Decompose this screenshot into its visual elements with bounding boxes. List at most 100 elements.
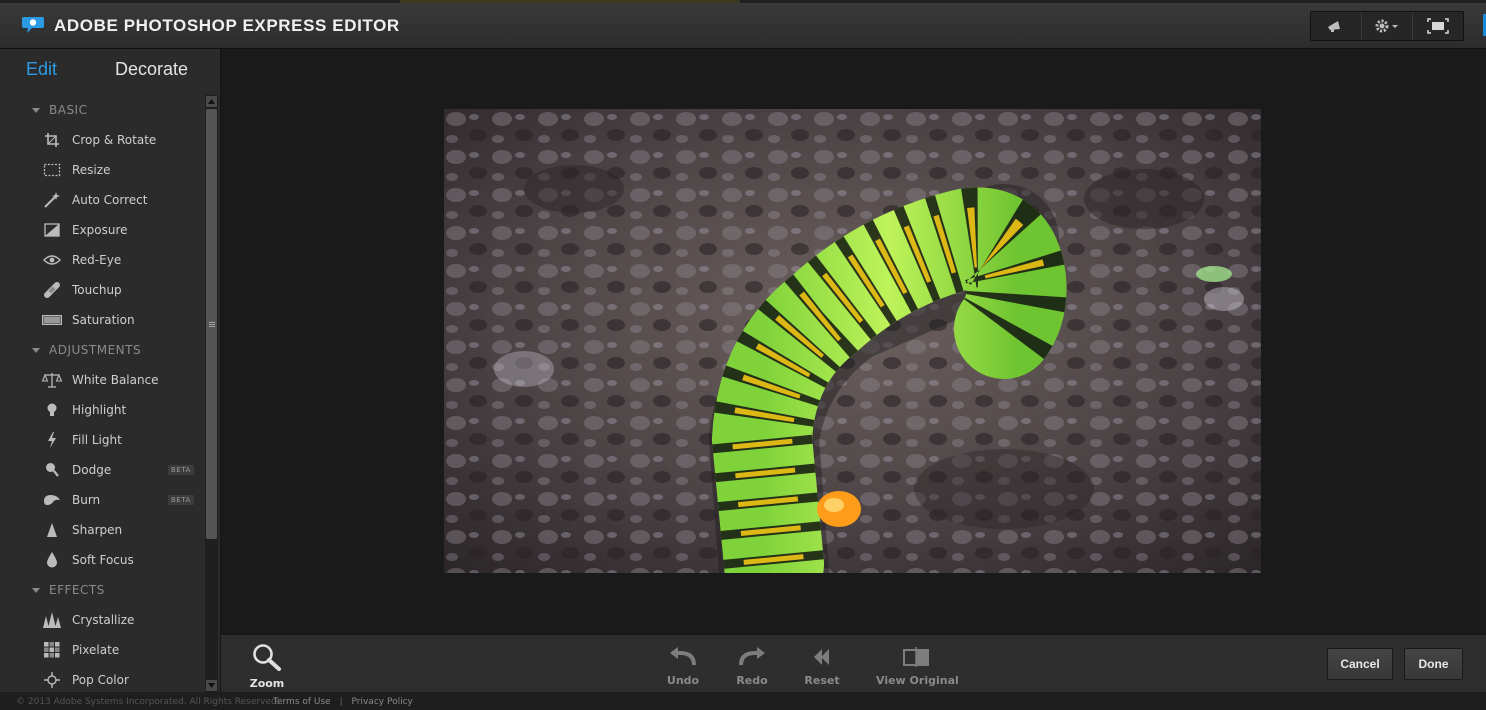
footer-links: Terms of Use | Privacy Policy [273, 697, 413, 707]
redo-icon [739, 647, 765, 666]
eye-icon [43, 255, 61, 265]
menu-item-red-eye[interactable]: Red-Eye [0, 245, 204, 275]
cancel-button[interactable]: Cancel [1327, 648, 1393, 680]
copyright-text: © 2013 Adobe Systems Incorporated. All R… [16, 697, 280, 707]
header-tool-group [1310, 11, 1464, 41]
photoshop-express-logo-icon [22, 17, 44, 33]
menu-item-exposure[interactable]: Exposure [0, 215, 204, 245]
beta-badge: BETA [168, 465, 194, 475]
saturation-icon [42, 315, 62, 325]
menu-item-white-balance[interactable]: White Balance [0, 365, 204, 395]
undo-label: Undo [666, 674, 700, 687]
editor-canvas [221, 49, 1486, 634]
menu-item-label: Fill Light [72, 433, 122, 447]
menu-item-fill-light[interactable]: Fill Light [0, 425, 204, 455]
feedback-button[interactable] [1311, 12, 1362, 40]
menu-item-label: Red-Eye [72, 253, 122, 267]
menu-item-label: White Balance [72, 373, 159, 387]
zoom-label: Zoom [249, 677, 285, 690]
photo-caterpillar[interactable] [444, 109, 1261, 573]
menu-item-label: Soft Focus [72, 553, 134, 567]
menu-item-auto-correct[interactable]: Auto Correct [0, 185, 204, 215]
compare-icon [903, 647, 929, 667]
settings-button[interactable] [1362, 12, 1413, 40]
tab-edit[interactable]: Edit [26, 59, 57, 80]
arrow-down-icon [208, 683, 215, 688]
dodge-icon [46, 463, 59, 477]
crystallize-icon [43, 612, 61, 628]
section-adjustments[interactable]: ADJUSTMENTS [0, 335, 204, 365]
section-title: ADJUSTMENTS [49, 343, 142, 357]
scroll-down-button[interactable] [206, 680, 217, 691]
menu-item-pixelate[interactable]: Pixelate [0, 635, 204, 665]
collapse-triangle-icon [32, 587, 40, 593]
undo-icon [670, 647, 696, 666]
collapse-triangle-icon [32, 347, 40, 353]
menu-item-label: Exposure [72, 223, 128, 237]
menu-item-touchup[interactable]: Touchup [0, 275, 204, 305]
sidebar: Edit Decorate BASIC Crop & Rotate Resize… [0, 49, 221, 692]
zoom-button[interactable]: Zoom [247, 643, 287, 690]
menu-item-crop-rotate[interactable]: Crop & Rotate [0, 125, 204, 155]
redo-button[interactable]: Redo [734, 647, 770, 687]
exposure-icon [44, 223, 60, 237]
tool-menu: BASIC Crop & Rotate Resize Auto Correct … [0, 95, 204, 692]
droplet-icon [47, 552, 57, 568]
lightbulb-icon [47, 403, 57, 416]
menu-item-label: Saturation [72, 313, 135, 327]
balance-scale-icon [42, 373, 62, 388]
undo-button[interactable]: Undo [665, 647, 701, 687]
menu-item-label: Sharpen [72, 523, 123, 537]
footer-separator: | [339, 697, 343, 707]
browser-strip [0, 0, 1486, 3]
view-original-button[interactable]: View Original [876, 647, 959, 687]
reset-label: Reset [804, 674, 840, 687]
privacy-policy-link[interactable]: Privacy Policy [352, 697, 413, 707]
resize-icon [43, 163, 61, 177]
menu-item-label: Resize [72, 163, 111, 177]
menu-item-label: Pop Color [72, 673, 129, 687]
magnifier-icon [253, 644, 281, 671]
tab-decorate[interactable]: Decorate [115, 59, 188, 80]
bandage-icon [44, 282, 60, 298]
burn-icon [44, 495, 60, 505]
gear-icon [1375, 19, 1398, 33]
menu-item-sharpen[interactable]: Sharpen [0, 515, 204, 545]
menu-item-saturation[interactable]: Saturation [0, 305, 204, 335]
fullscreen-button[interactable] [1413, 12, 1463, 40]
section-title: EFFECTS [49, 583, 105, 597]
menu-item-highlight[interactable]: Highlight [0, 395, 204, 425]
sidebar-scrollbar[interactable] [205, 95, 218, 692]
menu-item-dodge[interactable]: Dodge BETA [0, 455, 204, 485]
menu-item-label: Crystallize [72, 613, 135, 627]
menu-item-burn[interactable]: Burn BETA [0, 485, 204, 515]
menu-item-resize[interactable]: Resize [0, 155, 204, 185]
menu-item-crystallize[interactable]: Crystallize [0, 605, 204, 635]
pop-color-icon [44, 672, 60, 688]
menu-item-soft-focus[interactable]: Soft Focus [0, 545, 204, 575]
terms-of-use-link[interactable]: Terms of Use [273, 697, 331, 707]
magic-wand-icon [44, 192, 60, 208]
fullscreen-icon [1427, 18, 1449, 34]
section-effects[interactable]: EFFECTS [0, 575, 204, 605]
footer: © 2013 Adobe Systems Incorporated. All R… [0, 692, 1486, 710]
arrow-up-icon [208, 99, 215, 104]
menu-item-label: Dodge [72, 463, 112, 477]
scroll-thumb[interactable] [206, 109, 217, 539]
menu-item-pop-color[interactable]: Pop Color [0, 665, 204, 692]
redo-label: Redo [736, 674, 768, 687]
grip-icon [208, 321, 215, 327]
reset-button[interactable]: Reset [804, 647, 840, 687]
header-bar: ADOBE PHOTOSHOP EXPRESS EDITOR [0, 0, 1486, 49]
view-original-label: View Original [876, 674, 959, 687]
menu-item-label: Crop & Rotate [72, 133, 157, 147]
menu-item-label: Burn [72, 493, 101, 507]
section-basic[interactable]: BASIC [0, 95, 204, 125]
app-title: ADOBE PHOTOSHOP EXPRESS EDITOR [54, 16, 400, 35]
menu-item-label: Auto Correct [72, 193, 148, 207]
menu-item-label: Pixelate [72, 643, 120, 657]
done-button[interactable]: Done [1404, 648, 1463, 680]
megaphone-icon [1328, 21, 1340, 32]
bottom-toolbar: Zoom Undo Redo Reset View Original Cance… [221, 634, 1486, 693]
scroll-up-button[interactable] [206, 96, 217, 107]
